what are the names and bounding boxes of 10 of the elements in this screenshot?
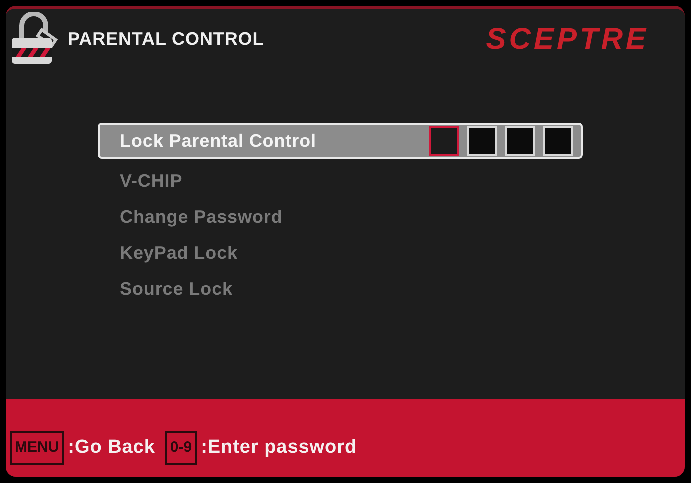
remote-key-label: MENU — [10, 431, 64, 465]
menu-item[interactable]: Source Lock — [98, 275, 583, 303]
key-hint: :Enter password — [201, 436, 358, 460]
menu-title: PARENTAL CONTROL — [68, 28, 264, 50]
menu-item[interactable]: Change Password — [98, 203, 583, 231]
menu-item[interactable]: V-CHIP — [98, 167, 583, 195]
key-hint: :Go Back — [68, 436, 156, 460]
menu-item[interactable]: KeyPad Lock — [98, 239, 583, 267]
remote-key-label: 0-9 — [165, 431, 198, 465]
brand-logo: SCEPTRE — [486, 22, 649, 58]
